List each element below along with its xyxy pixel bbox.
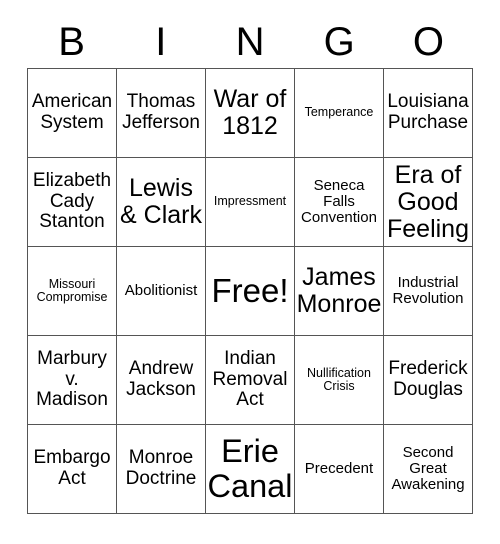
bingo-cell-g3[interactable]: James Monroe [295,247,384,336]
bingo-cell-g1[interactable]: Temperance [295,69,384,158]
bingo-cell-b3[interactable]: Missouri Compromise [28,247,117,336]
bingo-cell-n5[interactable]: Erie Canal [206,425,295,514]
bingo-cell-i2[interactable]: Lewis & Clark [117,158,206,247]
bingo-header-row: B I N G O [27,16,473,68]
bingo-header-letter-o: O [412,20,444,64]
bingo-cell-n2[interactable]: Impressment [206,158,295,247]
bingo-free-space-label: Free! [211,272,289,310]
bingo-cell-g2[interactable]: Seneca Falls Convention [295,158,384,247]
bingo-cell-b2[interactable]: Elizabeth Cady Stanton [28,158,117,247]
bingo-grid: American System Thomas Jefferson War of … [27,68,473,514]
bingo-cell-label: Industrial Revolution [392,273,464,307]
bingo-cell-label: Elizabeth Cady Stanton [32,170,112,233]
bingo-cell-label: Indian Removal Act [212,348,288,411]
bingo-cell-free-space[interactable]: Free! [206,247,295,336]
bingo-cell-label: Marbury v. Madison [36,348,108,411]
bingo-cell-label: Louisiana Purchase [387,91,469,133]
bingo-cell-o2[interactable]: Era of Good Feeling [384,158,473,247]
bingo-header-letter-n: N [235,20,265,64]
bingo-cell-o1[interactable]: Louisiana Purchase [384,69,473,158]
bingo-cell-label: American System [31,91,113,133]
bingo-cell-label: James Monroe [296,263,382,318]
bingo-cell-n4[interactable]: Indian Removal Act [206,336,295,425]
bingo-cell-label: Seneca Falls Convention [301,176,377,227]
bingo-cell-i4[interactable]: Andrew Jackson [117,336,206,425]
bingo-cell-g5[interactable]: Precedent [295,425,384,514]
bingo-cell-label: Missouri Compromise [36,276,108,304]
bingo-cell-label: Erie Canal [207,432,293,504]
bingo-cell-label: Embargo Act [33,447,111,489]
bingo-cell-label: Lewis & Clark [120,174,202,229]
bingo-cell-i3[interactable]: Abolitionist [117,247,206,336]
bingo-cell-o5[interactable]: Second Great Awakening [384,425,473,514]
bingo-cell-label: Era of Good Feeling [387,160,469,243]
bingo-card: B I N G O American System Thomas Jeffers… [0,0,500,544]
bingo-cell-b1[interactable]: American System [28,69,117,158]
bingo-cell-o3[interactable]: Industrial Revolution [384,247,473,336]
bingo-cell-b5[interactable]: Embargo Act [28,425,117,514]
bingo-cell-label: Impressment [213,194,287,209]
bingo-cell-b4[interactable]: Marbury v. Madison [28,336,117,425]
bingo-header-letter-b: B [58,20,85,64]
bingo-cell-label: Temperance [304,105,374,120]
bingo-cell-label: Thomas Jefferson [122,91,200,133]
bingo-cell-label: Abolitionist [124,281,198,299]
bingo-cell-label: War of 1812 [213,85,287,140]
bingo-cell-o4[interactable]: Frederick Douglas [384,336,473,425]
bingo-cell-g4[interactable]: Nullification Crisis [295,336,384,425]
bingo-cell-label: Andrew Jackson [126,358,196,400]
bingo-cell-label: Monroe Doctrine [125,447,197,489]
bingo-header-letter-i: I [155,20,167,64]
bingo-cell-label: Second Great Awakening [391,443,465,494]
bingo-cell-i5[interactable]: Monroe Doctrine [117,425,206,514]
bingo-cell-label: Precedent [304,459,374,477]
bingo-cell-label: Frederick Douglas [388,358,468,400]
bingo-cell-label: Nullification Crisis [307,365,371,393]
bingo-cell-i1[interactable]: Thomas Jefferson [117,69,206,158]
bingo-cell-n1[interactable]: War of 1812 [206,69,295,158]
bingo-header-letter-g: G [323,20,355,64]
